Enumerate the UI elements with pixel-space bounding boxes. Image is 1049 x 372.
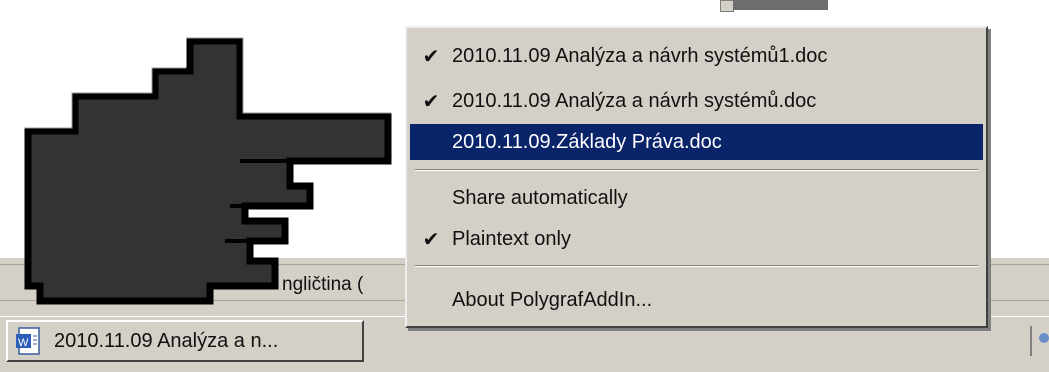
menu-item-label: Share automatically [452, 186, 628, 209]
pointing-hand-cursor-icon [24, 35, 392, 305]
menu-item-plaintext-only[interactable]: ✔ Plaintext only [410, 221, 983, 257]
menu-separator [415, 169, 978, 171]
taskbar-button-label: 2010.11.09 Analýza a n... [54, 329, 279, 352]
checkmark-icon: ✔ [422, 228, 440, 251]
menu-item-label: 2010.11.09.Základy Práva.doc [452, 130, 722, 153]
menu-item-label: Plaintext only [452, 227, 571, 250]
menu-item-label: About PolygrafAddIn... [452, 288, 653, 311]
menu-item-label: 2010.11.09 Analýza a návrh systémů.doc [452, 89, 817, 112]
tray-icon[interactable] [1030, 326, 1049, 356]
scrollbar-arrow-button[interactable] [720, 0, 734, 12]
svg-text:W: W [18, 337, 29, 349]
menu-item-doc-1[interactable]: ✔ 2010.11.09 Analýza a návrh systémů1.do… [410, 38, 983, 74]
menu-separator [415, 265, 978, 267]
context-menu: ✔ 2010.11.09 Analýza a návrh systémů1.do… [405, 26, 988, 328]
menu-item-share-automatically[interactable]: Share automatically [410, 180, 983, 216]
menu-item-doc-2[interactable]: ✔ 2010.11.09 Analýza a návrh systémů.doc [410, 83, 983, 119]
menu-item-about[interactable]: About PolygrafAddIn... [410, 282, 983, 318]
word-document-icon: W [14, 326, 44, 356]
scrollbar-thumb[interactable] [733, 0, 828, 10]
menu-item-doc-3[interactable]: 2010.11.09.Základy Práva.doc [410, 124, 983, 160]
menu-item-label: 2010.11.09 Analýza a návrh systémů1.doc [452, 44, 828, 67]
checkmark-icon: ✔ [422, 90, 440, 113]
checkmark-icon: ✔ [422, 45, 440, 68]
taskbar-window-button[interactable]: W 2010.11.09 Analýza a n... [6, 320, 364, 362]
